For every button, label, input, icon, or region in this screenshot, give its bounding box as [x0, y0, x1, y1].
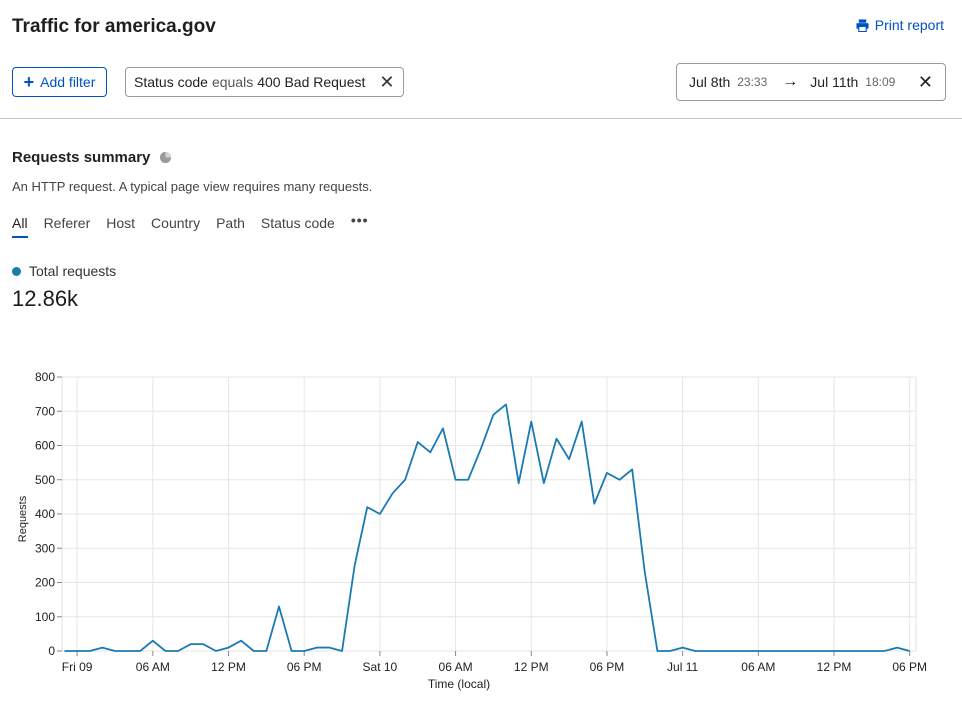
start-date: Jul 8th — [689, 74, 731, 90]
requests-summary-heading: Requests summary — [12, 149, 172, 166]
plus-icon: + — [23, 72, 35, 92]
requests-summary-description: An HTTP request. A typical page view req… — [12, 179, 373, 194]
requests-line-chart: 0 100 200 300 400 500 600 700 800 Fri 09 06 AM 12 P… — [17, 370, 927, 691]
start-time: 23:33 — [737, 75, 768, 89]
y-tick-label: 300 — [35, 541, 55, 555]
tab-referer[interactable]: Referer — [44, 215, 91, 238]
filter-value: 400 Bad Request — [257, 74, 366, 90]
y-tick-label: 600 — [35, 439, 55, 453]
y-tick-label: 500 — [35, 473, 55, 487]
y-tick-label: 100 — [35, 610, 55, 624]
tab-status-code[interactable]: Status code — [261, 215, 335, 238]
y-axis-label: Requests — [17, 495, 29, 542]
filter-operator: equals — [211, 74, 254, 90]
breakdown-tabs: All Referer Host Country Path Status cod… — [12, 212, 369, 238]
x-tick-label: Fri 09 — [62, 660, 93, 674]
filter-field: Status code — [134, 74, 208, 90]
series-dot-icon — [12, 266, 21, 276]
add-filter-button[interactable]: + Add filter — [12, 67, 107, 97]
end-date: Jul 11th — [810, 74, 859, 90]
x-axis-label: Time (local) — [428, 677, 490, 691]
y-tick-label: 700 — [35, 404, 55, 418]
more-icon[interactable]: ••• — [351, 212, 369, 238]
tab-path[interactable]: Path — [216, 215, 245, 238]
page-title: Traffic for america.gov — [12, 16, 216, 37]
printer-icon — [856, 18, 869, 32]
date-range-picker[interactable]: Jul 8th 23:33 → Jul 11th 18:09 ✕ — [676, 63, 946, 101]
status-code-filter-chip[interactable]: Status code equals 400 Bad Request ✕ — [125, 67, 404, 97]
x-tick-label: Sat 10 — [363, 660, 398, 674]
x-tick-label: Jul 11 — [667, 660, 698, 674]
print-report-link[interactable]: Print report — [856, 17, 944, 33]
x-tick-label: 06 PM — [287, 660, 322, 674]
legend-label: Total requests — [29, 263, 117, 279]
y-tick-label: 400 — [35, 507, 55, 521]
x-tick-label: 06 AM — [136, 660, 170, 674]
total-requests-value: 12.86k — [12, 286, 79, 311]
print-report-label: Print report — [874, 17, 944, 33]
pie-chart-icon — [160, 151, 172, 164]
x-tick-label: 12 PM — [211, 660, 246, 674]
chart-legend: Total requests — [12, 263, 116, 279]
close-icon[interactable]: ✕ — [918, 72, 933, 93]
tab-host[interactable]: Host — [106, 215, 135, 238]
header-divider — [0, 118, 962, 119]
close-icon[interactable]: ✕ — [379, 72, 394, 93]
requests-summary-title: Requests summary — [12, 149, 151, 166]
y-tick-label: 0 — [48, 644, 55, 658]
end-time: 18:09 — [865, 75, 896, 89]
x-tick-label: 06 AM — [439, 660, 473, 674]
x-tick-label: 06 PM — [590, 660, 625, 674]
series-line — [64, 403, 910, 652]
x-tick-label: 12 PM — [817, 660, 852, 674]
arrow-right-icon: → — [782, 73, 799, 90]
x-tick-label: 06 PM — [892, 660, 927, 674]
y-tick-label: 200 — [35, 576, 55, 590]
x-tick-label: 12 PM — [514, 660, 549, 674]
tab-country[interactable]: Country — [151, 215, 200, 238]
add-filter-label: Add filter — [40, 74, 96, 90]
x-tick-label: 06 AM — [741, 660, 775, 674]
tab-all[interactable]: All — [12, 215, 28, 238]
y-tick-label: 800 — [35, 370, 55, 384]
